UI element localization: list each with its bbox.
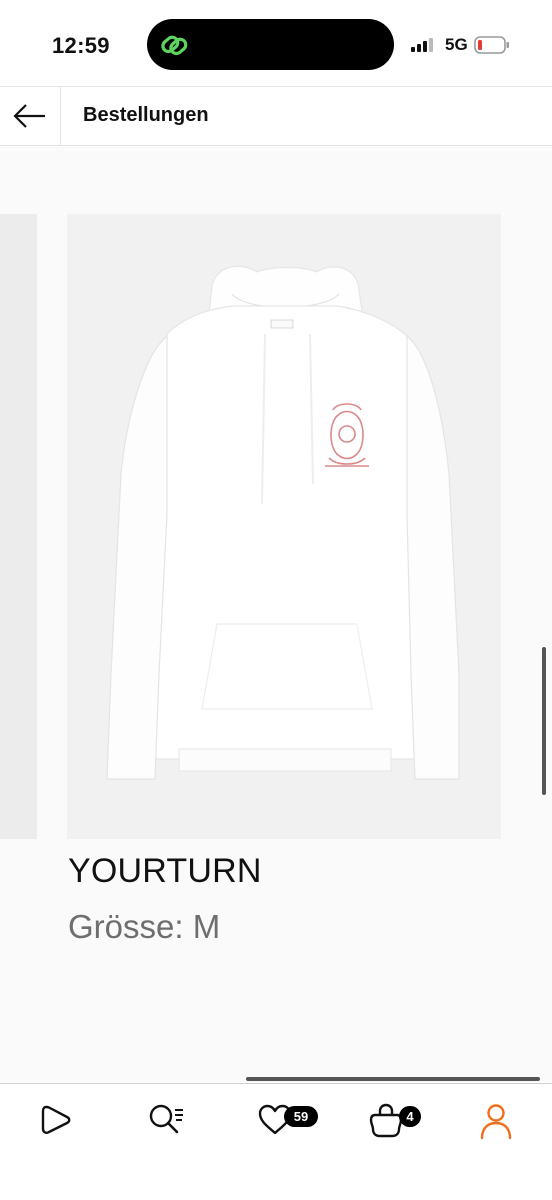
nav-item-wishlist[interactable]: 59 [257, 1102, 318, 1142]
shopping-bag-icon [369, 1103, 403, 1138]
product-size: Grösse: M [68, 908, 221, 945]
dynamic-island[interactable] [147, 19, 394, 70]
network-type: 5G [445, 35, 468, 54]
nav-item-bag[interactable]: 4 [368, 1102, 421, 1142]
page-title: Bestellungen [83, 104, 209, 126]
status-bar: 12:59 5G [0, 0, 552, 86]
play-icon [41, 1105, 71, 1134]
top-app-bar: Bestellungen [0, 86, 552, 146]
white-hoodie-image [67, 214, 501, 839]
order-items-carousel[interactable]: YOURTURN Grösse: M [0, 147, 552, 1082]
status-time: 12:59 [52, 33, 110, 58]
link-app-icon [161, 35, 188, 56]
profile-icon [480, 1104, 512, 1140]
signal-bars-icon [411, 38, 433, 52]
product-brand: YOURTURN [68, 852, 262, 890]
product-card[interactable]: YOURTURN Grösse: M [67, 214, 501, 945]
nav-item-profile[interactable] [478, 1102, 522, 1142]
vertical-scrollbar[interactable] [542, 647, 546, 795]
previous-product-card[interactable] [0, 214, 37, 839]
nav-item-home[interactable] [38, 1102, 82, 1142]
hoodie-illustration [106, 265, 460, 780]
wishlist-count-badge: 59 [284, 1106, 318, 1127]
bottom-nav: 59 4 [0, 1083, 552, 1200]
back-button[interactable] [0, 87, 61, 145]
bag-count-badge: 4 [399, 1106, 421, 1127]
arrow-left-icon [13, 104, 45, 128]
battery-low-icon [474, 36, 509, 54]
nav-item-search[interactable] [147, 1102, 191, 1142]
horizontal-scrollbar[interactable] [246, 1077, 540, 1081]
search-icon [149, 1104, 183, 1134]
